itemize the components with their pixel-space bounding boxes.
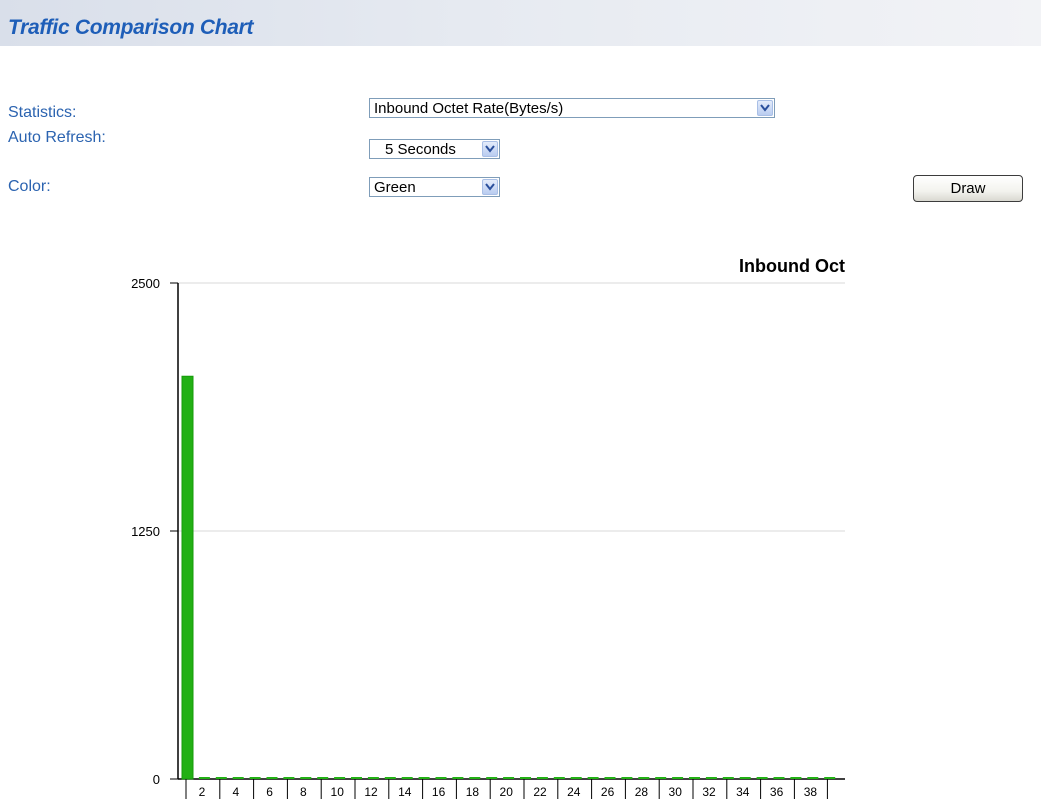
x-tick-label: 28 [635, 785, 649, 799]
x-tick-label: 26 [601, 785, 615, 799]
x-tick-label: 6 [266, 785, 273, 799]
x-tick-label: 36 [770, 785, 784, 799]
x-tick-label: 12 [364, 785, 378, 799]
x-tick-label: 24 [567, 785, 581, 799]
x-tick-label: 30 [669, 785, 683, 799]
x-tick-label: 34 [736, 785, 750, 799]
y-tick-label: 0 [153, 772, 160, 787]
x-tick-label: 14 [398, 785, 412, 799]
x-tick-label: 32 [702, 785, 716, 799]
y-tick-label: 1250 [131, 524, 160, 539]
x-tick-label: 18 [466, 785, 480, 799]
x-tick-label: 2 [199, 785, 206, 799]
x-tick-label: 20 [500, 785, 514, 799]
x-tick-label: 10 [331, 785, 345, 799]
chart-title: Inbound Oct [739, 256, 845, 276]
x-tick-label: 8 [300, 785, 307, 799]
x-tick-label: 4 [232, 785, 239, 799]
y-tick-label: 2500 [131, 276, 160, 291]
x-tick-label: 22 [533, 785, 547, 799]
bar [181, 375, 194, 780]
x-tick-label: 38 [804, 785, 818, 799]
x-tick-label: 16 [432, 785, 446, 799]
traffic-bar-chart: Inbound Oct 0125025002 4 6 8 10 12 14 16 18 20 22 2… [131, 256, 845, 799]
